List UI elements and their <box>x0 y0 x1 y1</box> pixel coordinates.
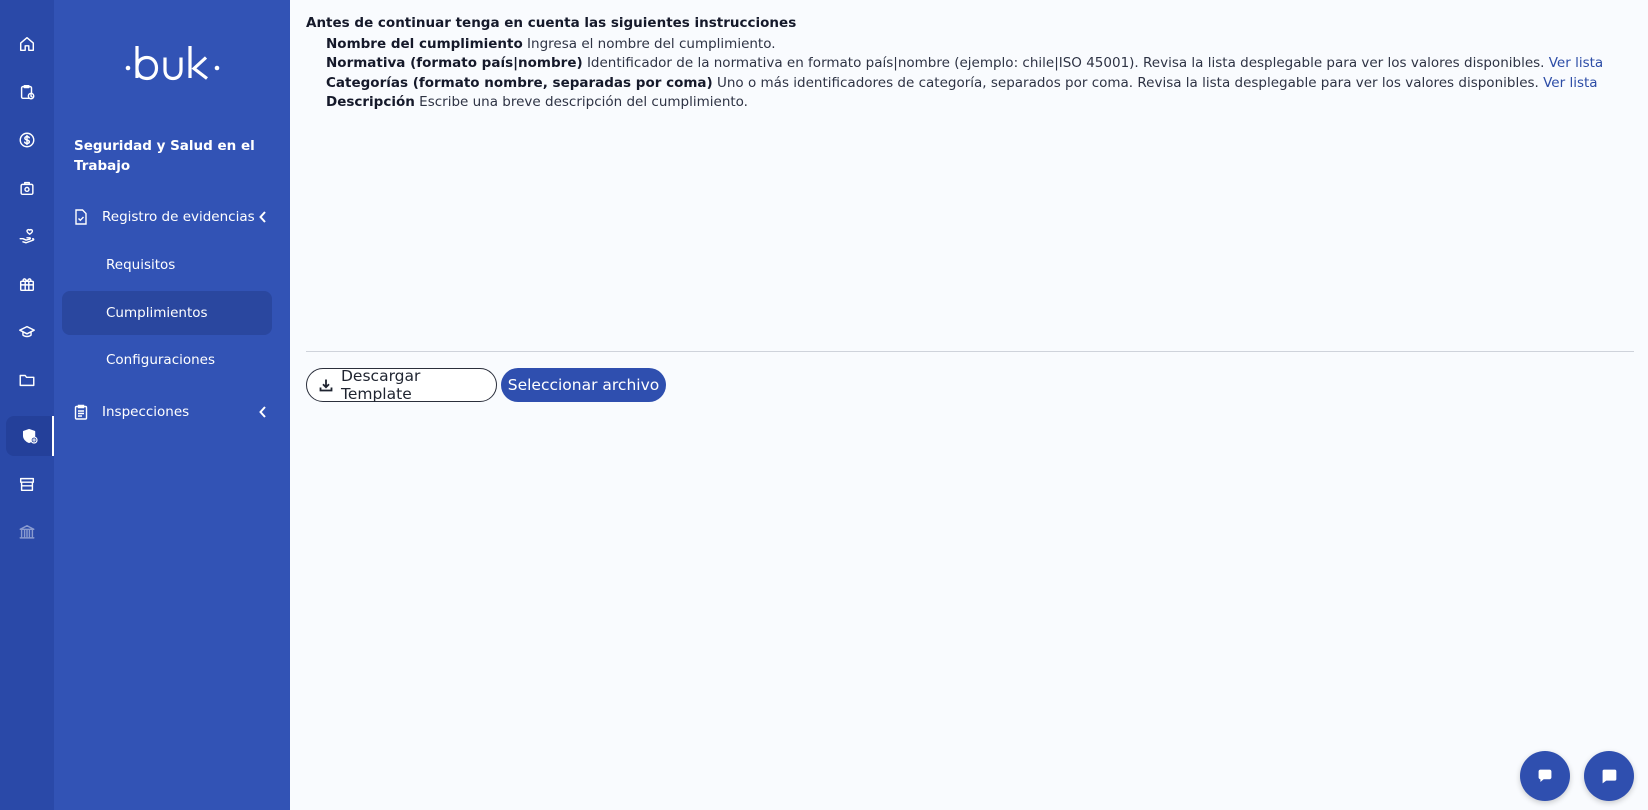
file-check-icon <box>74 209 90 225</box>
sidebar-item-cumplimientos[interactable]: Cumplimientos <box>62 291 272 335</box>
dollar-circle-icon[interactable] <box>0 120 54 160</box>
instruction-item: Descripción Escribe una breve descripció… <box>326 94 748 110</box>
divider <box>306 351 1634 352</box>
instruction-item: Categorías (formato nombre, separadas po… <box>326 75 1598 91</box>
menu-group-registro-evidencias[interactable]: Registro de evidencias <box>74 205 270 229</box>
download-template-label: Descargar Template <box>341 367 421 403</box>
instruction-term: Nombre del cumplimiento <box>326 36 523 52</box>
select-file-label: Seleccionar archivo <box>507 376 660 394</box>
menu-group-label: Registro de evidencias <box>102 209 255 225</box>
instruction-text: Escribe una breve descripción del cumpli… <box>414 94 748 110</box>
home-icon[interactable] <box>0 24 54 64</box>
instruction-text: Identificador de la normativa en formato… <box>582 55 1549 71</box>
ver-lista-normativa-link[interactable]: Ver lista <box>1549 55 1603 71</box>
store-icon[interactable] <box>0 464 54 504</box>
instruction-text: Uno o más identificadores de categoría, … <box>712 75 1544 91</box>
briefcase-icon[interactable] <box>0 168 54 208</box>
graduation-cap-icon[interactable] <box>0 312 54 352</box>
message-icon <box>1602 769 1617 784</box>
gift-icon[interactable] <box>0 264 54 304</box>
chevron-left-icon <box>258 211 270 223</box>
ver-lista-categorias-link[interactable]: Ver lista <box>1543 75 1597 91</box>
instruction-text: Ingresa el nombre del cumplimiento. <box>522 36 776 52</box>
instruction-item: Nombre del cumplimiento Ingresa el nombr… <box>326 36 776 52</box>
download-icon <box>319 379 333 392</box>
folder-icon[interactable] <box>0 360 54 400</box>
clipboard-list-icon <box>74 404 90 420</box>
sidebar-item-requisitos[interactable]: Requisitos <box>62 243 272 287</box>
clipboard-clock-icon[interactable] <box>0 72 54 112</box>
chat-bubble-icon <box>1538 769 1552 782</box>
menu-group-label: Inspecciones <box>102 404 190 420</box>
chat-bubble-button[interactable] <box>1520 751 1570 801</box>
instruction-term: Descripción <box>326 94 415 110</box>
sidebar: Seguridad y Salud en el Trabajo Registro… <box>54 0 290 810</box>
message-button[interactable] <box>1584 751 1634 801</box>
main-content: Antes de continuar tenga en cuenta las s… <box>290 0 1648 810</box>
shield-health-icon[interactable] <box>6 416 54 456</box>
bank-icon[interactable] <box>0 512 54 552</box>
buk-logo[interactable] <box>54 38 290 88</box>
icon-rail <box>0 0 54 810</box>
chevron-left-icon <box>258 406 270 418</box>
sidebar-item-configuraciones[interactable]: Configuraciones <box>62 338 272 382</box>
buk-logo-mark <box>125 46 220 81</box>
instruction-term: Normativa (formato país|nombre) <box>326 55 583 71</box>
select-file-button[interactable]: Seleccionar archivo <box>501 368 666 402</box>
hand-heart-icon[interactable] <box>0 216 54 256</box>
module-title: Seguridad y Salud en el Trabajo <box>74 138 255 174</box>
instructions-title: Antes de continuar tenga en cuenta las s… <box>306 15 797 31</box>
download-template-button[interactable]: Descargar Template <box>306 367 497 403</box>
instruction-term: Categorías (formato nombre, separadas po… <box>326 75 713 91</box>
instruction-item: Normativa (formato país|nombre) Identifi… <box>326 55 1603 71</box>
menu-group-inspecciones[interactable]: Inspecciones <box>74 400 270 424</box>
